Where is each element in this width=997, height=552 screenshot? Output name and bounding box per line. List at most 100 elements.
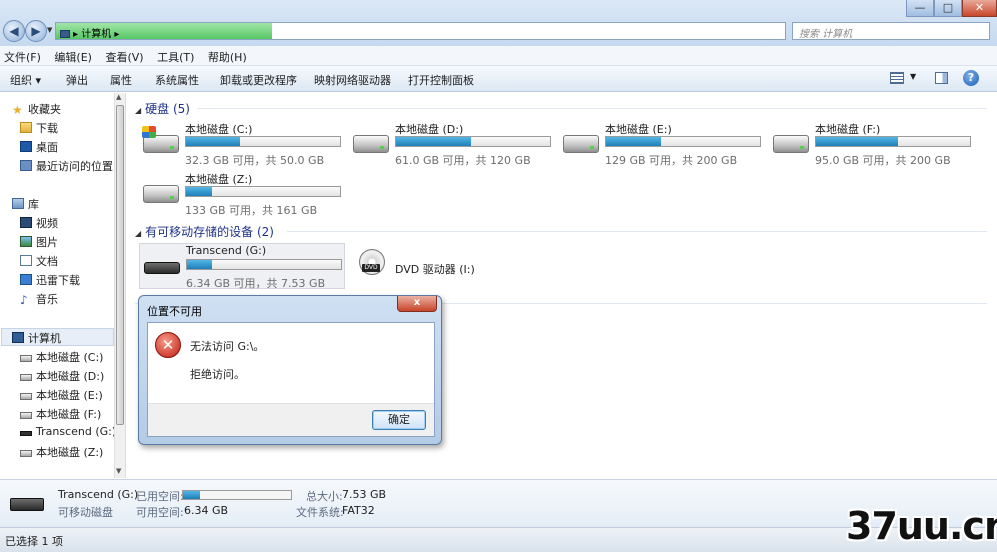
menu-help[interactable]: 帮助(H) xyxy=(204,46,253,65)
group-header-removable[interactable]: ◢ 有可移动存储的设备 (2) xyxy=(135,223,274,240)
video-icon xyxy=(20,217,32,228)
ok-button[interactable]: 确定 xyxy=(372,410,426,430)
sidebar-item-drive-g[interactable]: Transcend (G:) xyxy=(20,425,116,438)
drive-d[interactable]: 本地磁盘 (D:) 61.0 GB 可用，共 120 GB xyxy=(349,121,559,167)
menu-tools[interactable]: 工具(T) xyxy=(153,46,200,65)
scroll-up-icon[interactable]: ▲ xyxy=(116,93,121,101)
system-properties-button[interactable]: 系统属性 xyxy=(155,72,199,88)
sidebar-item-drive-f[interactable]: 本地磁盘 (F:) xyxy=(20,406,101,422)
drive-e[interactable]: 本地磁盘 (E:) 129 GB 可用，共 200 GB xyxy=(559,121,769,167)
sidebar-item-libraries[interactable]: 库 xyxy=(12,196,39,212)
sidebar-item-documents[interactable]: 文档 xyxy=(20,253,58,269)
usage-bar xyxy=(605,136,761,147)
uninstall-button[interactable]: 卸载或更改程序 xyxy=(220,72,297,88)
drive-icon xyxy=(20,450,32,457)
usb-drive-icon xyxy=(10,498,44,511)
sidebar-item-pictures[interactable]: 图片 xyxy=(20,234,58,250)
drive-dvd[interactable]: DVD DVD 驱动器 (I:) xyxy=(349,243,559,289)
drive-icon xyxy=(353,135,389,153)
search-input[interactable]: 搜索 计算机 xyxy=(792,22,990,40)
sidebar-scrollbar[interactable]: ▲ ▼ xyxy=(114,93,125,478)
dialog-close-button[interactable]: x xyxy=(397,296,437,312)
usage-bar xyxy=(185,136,341,147)
library-icon xyxy=(12,198,24,209)
scroll-thumb[interactable] xyxy=(116,105,124,425)
details-fs-value: FAT32 xyxy=(342,504,375,517)
dialog-title: 位置不可用 xyxy=(147,305,202,318)
details-name: Transcend (G:) xyxy=(58,488,139,501)
sidebar-item-drive-z[interactable]: 本地磁盘 (Z:) xyxy=(20,444,103,460)
error-dialog: 位置不可用 x ✕ 无法访问 G:\。 拒绝访问。 确定 xyxy=(138,295,442,445)
address-bar[interactable]: ▸ 计算机 ▸ ▼ ✕ xyxy=(55,22,835,40)
system-drive-icon xyxy=(142,126,179,153)
drive-c[interactable]: 本地磁盘 (C:) 32.3 GB 可用，共 50.0 GB xyxy=(139,121,349,167)
organize-button[interactable]: 组织 ▾ xyxy=(10,72,41,88)
drive-f[interactable]: 本地磁盘 (F:) 95.0 GB 可用，共 200 GB xyxy=(769,121,979,167)
properties-button[interactable]: 属性 xyxy=(110,72,132,88)
forward-button[interactable]: ▶ xyxy=(25,20,47,42)
details-type: 可移动磁盘 xyxy=(58,506,113,519)
drive-z[interactable]: 本地磁盘 (Z:) 133 GB 可用，共 161 GB xyxy=(139,171,349,217)
usage-fill xyxy=(187,260,212,269)
details-free-value: 6.34 GB xyxy=(184,504,229,517)
view-options-icon[interactable] xyxy=(890,72,904,84)
desktop-icon xyxy=(20,141,32,152)
scroll-down-icon[interactable]: ▼ xyxy=(116,467,121,475)
sidebar-item-downloads[interactable]: 下载 xyxy=(20,120,58,136)
dvd-icon: DVD xyxy=(359,249,385,275)
collapse-icon: ◢ xyxy=(135,106,142,115)
maximize-button[interactable]: □ xyxy=(934,0,962,17)
sidebar-item-drive-d[interactable]: 本地磁盘 (D:) xyxy=(20,368,104,384)
usage-bar xyxy=(186,259,342,270)
usage-fill xyxy=(396,137,472,146)
menu-edit[interactable]: 编辑(E) xyxy=(50,46,98,65)
sidebar-item-drive-c[interactable]: 本地磁盘 (C:) xyxy=(20,349,103,365)
sidebar-item-videos[interactable]: 视频 xyxy=(20,215,58,231)
sidebar-item-music[interactable]: ♪ 音乐 xyxy=(20,291,58,307)
group-divider xyxy=(197,108,987,109)
sidebar-item-favorites[interactable]: ★ 收藏夹 xyxy=(12,101,61,117)
dialog-message: 无法访问 G:\。 xyxy=(190,340,265,353)
breadcrumb-sep-icon: ▸ xyxy=(111,29,120,40)
eject-button[interactable]: 弹出 xyxy=(66,72,88,88)
control-panel-button[interactable]: 打开控制面板 xyxy=(408,72,474,88)
dialog-message-detail: 拒绝访问。 xyxy=(190,368,245,381)
computer-icon xyxy=(12,332,24,343)
group-divider xyxy=(287,231,987,232)
minimize-button[interactable]: — xyxy=(906,0,934,17)
computer-icon xyxy=(60,30,70,38)
drive-g[interactable]: Transcend (G:) 6.34 GB 可用，共 7.53 GB xyxy=(139,243,345,290)
help-icon[interactable]: ? xyxy=(963,70,979,86)
downloads-folder-icon xyxy=(20,122,32,133)
breadcrumb-sep-icon: ▸ xyxy=(73,29,82,40)
collapse-icon: ◢ xyxy=(135,229,142,238)
menu-file[interactable]: 文件(F) xyxy=(0,46,47,65)
dialog-footer: 确定 xyxy=(148,403,434,436)
menu-view[interactable]: 查看(V) xyxy=(101,46,149,65)
sidebar-item-desktop[interactable]: 桌面 xyxy=(20,139,58,155)
usage-fill xyxy=(186,187,213,196)
chevron-down-icon[interactable]: ▼ xyxy=(910,72,916,81)
usage-fill xyxy=(186,137,240,146)
drive-icon xyxy=(143,185,179,203)
usage-fill xyxy=(606,137,662,146)
recent-pages-chevron-icon[interactable]: ▼ xyxy=(47,26,52,34)
sidebar-item-xunlei[interactable]: 迅雷下载 xyxy=(20,272,80,288)
sidebar-item-computer[interactable]: 计算机 xyxy=(12,330,61,346)
details-free-label: 可用空间: xyxy=(136,506,184,519)
map-drive-button[interactable]: 映射网络驱动器 xyxy=(314,72,391,88)
preview-pane-icon[interactable] xyxy=(935,72,948,84)
usage-bar xyxy=(395,136,551,147)
breadcrumb-computer[interactable]: 计算机 xyxy=(81,29,111,40)
sidebar-item-drive-e[interactable]: 本地磁盘 (E:) xyxy=(20,387,103,403)
close-button[interactable]: ✕ xyxy=(962,0,997,17)
status-text: 已选择 1 项 xyxy=(5,535,63,548)
back-button[interactable]: ◀ xyxy=(3,20,25,42)
command-bar: 组织 ▾ 弹出 属性 系统属性 卸载或更改程序 映射网络驱动器 打开控制面板 ▼… xyxy=(0,66,997,92)
sidebar-item-recent[interactable]: 最近访问的位置 xyxy=(20,158,113,174)
usb-drive-icon xyxy=(144,262,180,274)
usage-fill xyxy=(816,137,898,146)
drive-icon xyxy=(20,374,32,381)
group-header-hdd[interactable]: ◢ 硬盘 (5) xyxy=(135,100,190,117)
drive-icon xyxy=(20,412,32,419)
